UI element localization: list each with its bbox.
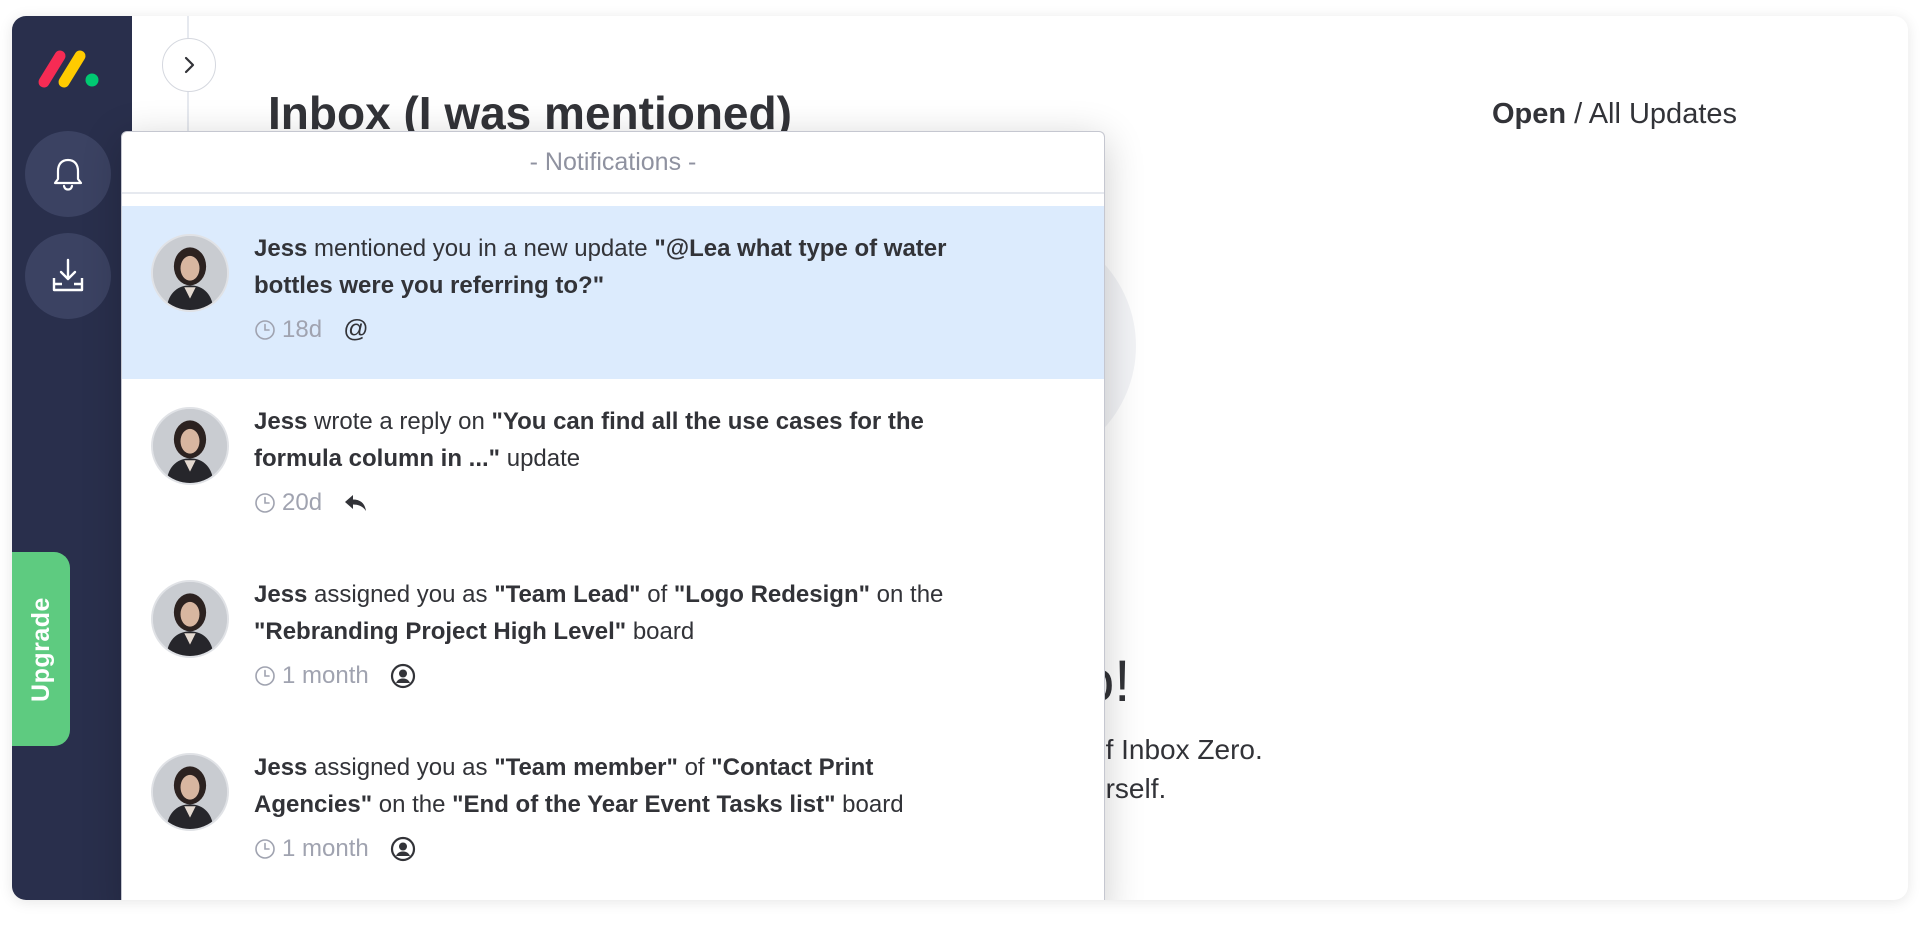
notification-plain-text: mentioned you in a new update xyxy=(307,235,655,262)
notification-time: 18d xyxy=(282,316,323,343)
avatar[interactable] xyxy=(151,234,229,312)
notification-meta: 1 month xyxy=(254,835,984,863)
notification-meta: 18d @ xyxy=(254,316,984,344)
inbox-button[interactable] xyxy=(25,233,111,319)
monday-logo[interactable] xyxy=(36,46,102,90)
notifications-panel: - Notifications - Jess mentioned you in … xyxy=(121,131,1105,900)
clock-icon xyxy=(255,839,275,859)
notification-plain-text: assigned you as xyxy=(307,581,495,608)
notification-item[interactable]: Jess mentioned you in a new update "@Lea… xyxy=(122,206,1104,379)
notification-user[interactable]: Jess xyxy=(254,235,307,262)
notification-user[interactable]: Jess xyxy=(254,408,307,435)
filter-open[interactable]: Open xyxy=(1492,98,1566,130)
notifications-list: Jess mentioned you in a new update "@Lea… xyxy=(122,194,1104,898)
notification-text: Jess assigned you as "Team Lead" of "Log… xyxy=(254,576,994,650)
avatar[interactable] xyxy=(151,580,229,658)
svg-text:@: @ xyxy=(343,316,368,343)
bell-icon xyxy=(53,158,83,191)
notification-quoted-text: "Team member" xyxy=(494,754,678,781)
notification-plain-text: wrote a reply on xyxy=(307,408,492,435)
clock-icon xyxy=(255,493,275,513)
notification-item[interactable]: Jess assigned you as "Team member" of "C… xyxy=(122,725,1104,898)
notification-quoted-text: "End of the Year Event Tasks list" xyxy=(452,791,836,818)
reply-icon xyxy=(342,489,370,517)
notification-user[interactable]: Jess xyxy=(254,754,307,781)
app-window: Upgrade Inbox (I was mentioned) Open / A… xyxy=(12,16,1908,900)
notification-plain-text: on the xyxy=(372,791,453,818)
notifications-header: - Notifications - xyxy=(122,132,1104,194)
notifications-bell-button[interactable] xyxy=(25,131,111,217)
upgrade-label: Upgrade xyxy=(26,596,55,702)
notification-time: 1 month xyxy=(282,835,369,862)
at-icon: @ xyxy=(342,316,370,344)
notification-meta: 1 month xyxy=(254,662,984,690)
notification-plain-text: on the xyxy=(870,581,944,608)
notification-text: Jess assigned you as "Team member" of "C… xyxy=(254,749,994,823)
filter-all-updates[interactable]: All Updates xyxy=(1589,98,1737,130)
notification-plain-text: of xyxy=(640,581,674,608)
notification-plain-text: assigned you as xyxy=(307,754,495,781)
person-icon xyxy=(389,662,417,690)
notification-plain-text: of xyxy=(677,754,712,781)
chevron-right-icon xyxy=(184,56,195,74)
notification-plain-text: board xyxy=(835,791,904,818)
updates-filter-toggle[interactable]: Open / All Updates xyxy=(1492,98,1737,131)
person-icon xyxy=(389,835,417,863)
notification-quoted-text: "Logo Redesign" xyxy=(673,581,870,608)
inbox-zero-text-line1: of Inbox Zero. xyxy=(1090,734,1263,765)
notification-meta: 20d xyxy=(254,489,984,517)
upgrade-button[interactable]: Upgrade xyxy=(12,552,70,746)
notification-item[interactable]: Jess assigned you as "Team Lead" of "Log… xyxy=(122,552,1104,725)
expand-sidebar-button[interactable] xyxy=(162,38,216,92)
notification-item[interactable]: Jess wrote a reply on "You can find all … xyxy=(122,379,1104,552)
notification-text: Jess wrote a reply on "You can find all … xyxy=(254,403,994,477)
notification-plain-text: board xyxy=(626,618,695,645)
avatar[interactable] xyxy=(151,407,229,485)
clock-icon xyxy=(255,320,275,340)
notification-time: 1 month xyxy=(282,662,369,689)
notification-quoted-text: "Rebranding Project High Level" xyxy=(254,618,627,645)
inbox-download-icon xyxy=(52,258,84,292)
notification-quoted-text: "Team Lead" xyxy=(494,581,641,608)
left-rail: Upgrade xyxy=(12,16,132,900)
filter-separator: / xyxy=(1566,98,1589,130)
notification-text: Jess mentioned you in a new update "@Lea… xyxy=(254,230,994,304)
notification-time: 20d xyxy=(282,489,323,516)
clock-icon xyxy=(255,666,275,686)
notification-plain-text: update xyxy=(500,445,581,472)
avatar[interactable] xyxy=(151,753,229,831)
notification-user[interactable]: Jess xyxy=(254,581,307,608)
